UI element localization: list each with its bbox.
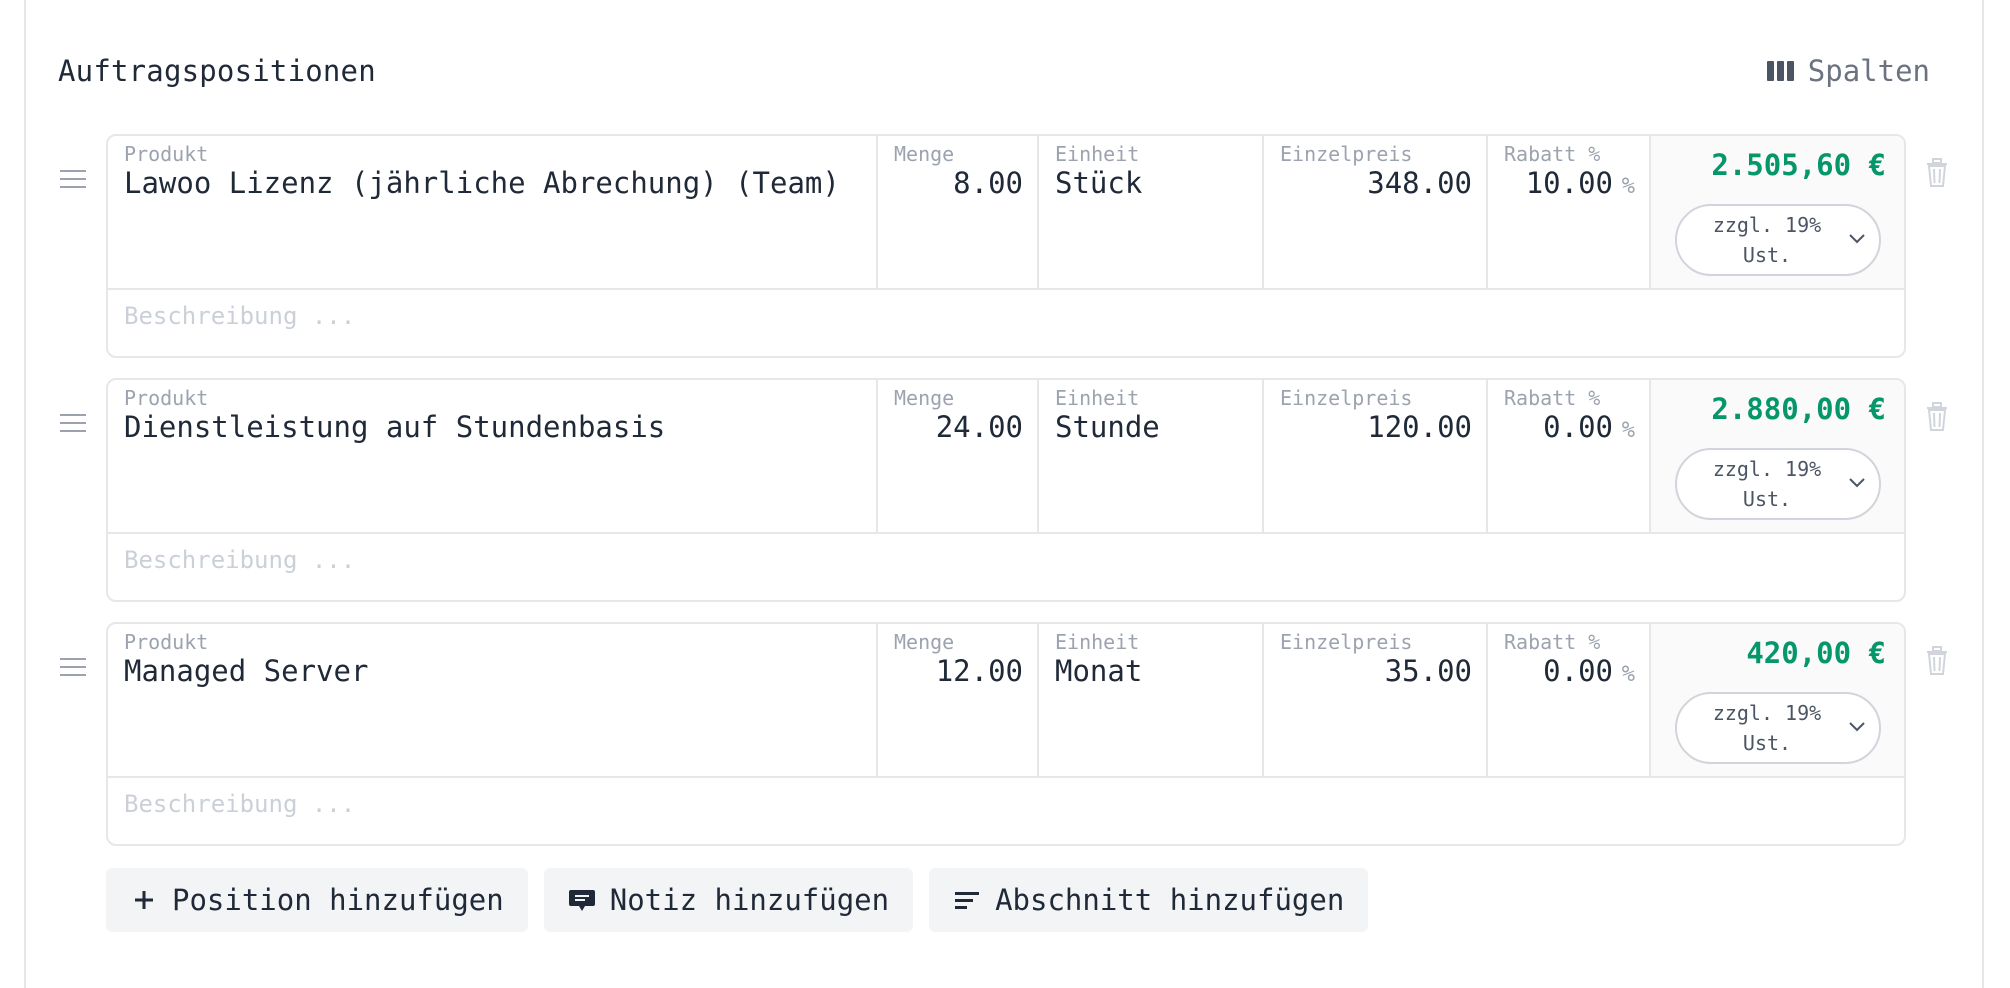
unit-cell[interactable]: Einheit Stück: [1039, 136, 1264, 288]
add-position-label: Position hinzufügen: [172, 883, 504, 917]
product-label: Produkt: [124, 142, 209, 166]
unit-price-cell[interactable]: Einzelpreis 120.00: [1264, 380, 1488, 532]
total-cell: 2.880,00 € zzgl. 19% Ust.: [1651, 380, 1904, 532]
unit-price-label: Einzelpreis: [1280, 142, 1413, 166]
line-item-card: Produkt Lawoo Lizenz (jährliche Abrechun…: [106, 134, 1906, 358]
unit-price-input[interactable]: 120.00: [1367, 410, 1472, 444]
unit-price-input[interactable]: 348.00: [1367, 166, 1472, 200]
product-cell[interactable]: Produkt Lawoo Lizenz (jährliche Abrechun…: [108, 136, 878, 288]
discount-input[interactable]: 0.00: [1543, 654, 1613, 688]
drag-handle-icon[interactable]: [60, 658, 86, 680]
unit-input[interactable]: Monat: [1055, 654, 1142, 688]
discount-cell[interactable]: Rabatt % 10.00 %: [1488, 136, 1651, 288]
add-actions-bar: Position hinzufügen Notiz hinzufügen Abs…: [106, 868, 1369, 932]
trash-icon[interactable]: [1924, 400, 1950, 432]
columns-button[interactable]: Spalten: [1766, 54, 1930, 88]
tax-select[interactable]: zzgl. 19% Ust.: [1675, 692, 1881, 764]
columns-button-label: Spalten: [1807, 54, 1930, 88]
description-field[interactable]: Beschreibung ...: [108, 288, 1904, 356]
quantity-input[interactable]: 8.00: [953, 166, 1023, 200]
add-section-button[interactable]: Abschnitt hinzufügen: [929, 868, 1369, 932]
unit-label: Einheit: [1055, 142, 1140, 166]
tax-select[interactable]: zzgl. 19% Ust.: [1675, 448, 1881, 520]
trash-icon[interactable]: [1924, 644, 1950, 676]
tax-select-line1: zzgl. 19%: [1712, 457, 1822, 481]
chevron-down-icon: [1849, 234, 1865, 244]
add-section-label: Abschnitt hinzufügen: [995, 883, 1345, 917]
comment-icon: [568, 886, 596, 914]
discount-label: Rabatt %: [1504, 142, 1601, 166]
discount-label: Rabatt %: [1504, 630, 1601, 654]
line-total: 420,00 €: [1746, 636, 1886, 670]
columns-icon: [1766, 61, 1794, 81]
tax-select[interactable]: zzgl. 19% Ust.: [1675, 204, 1881, 276]
drag-handle-icon[interactable]: [60, 414, 86, 436]
tax-select-line1: zzgl. 19%: [1712, 213, 1822, 237]
description-placeholder: Beschreibung ...: [124, 546, 356, 574]
quantity-label: Menge: [894, 386, 955, 410]
plus-icon: [130, 886, 158, 914]
tax-select-line2: Ust.: [1742, 243, 1792, 267]
tax-select-line1: zzgl. 19%: [1712, 701, 1822, 725]
percent-suffix: %: [1621, 662, 1635, 687]
description-placeholder: Beschreibung ...: [124, 302, 356, 330]
add-note-button[interactable]: Notiz hinzufügen: [543, 868, 914, 932]
product-input[interactable]: Lawoo Lizenz (jährliche Abrechung) (Team…: [124, 166, 840, 200]
percent-suffix: %: [1621, 174, 1635, 199]
unit-cell[interactable]: Einheit Stunde: [1039, 380, 1264, 532]
unit-price-cell[interactable]: Einzelpreis 348.00: [1264, 136, 1488, 288]
unit-input[interactable]: Stück: [1055, 166, 1142, 200]
unit-input[interactable]: Stunde: [1055, 410, 1160, 444]
total-cell: 2.505,60 € zzgl. 19% Ust.: [1651, 136, 1904, 288]
unit-price-label: Einzelpreis: [1280, 386, 1413, 410]
trash-icon[interactable]: [1924, 156, 1950, 188]
line-item-row: Produkt Dienstleistung auf Stundenbasis …: [0, 378, 2010, 614]
product-input[interactable]: Dienstleistung auf Stundenbasis: [124, 410, 665, 444]
line-total: 2.880,00 €: [1711, 392, 1886, 426]
discount-input[interactable]: 0.00: [1543, 410, 1613, 444]
quantity-input[interactable]: 24.00: [936, 410, 1023, 444]
product-cell[interactable]: Produkt Managed Server: [108, 624, 878, 776]
quantity-input[interactable]: 12.00: [936, 654, 1023, 688]
tax-select-line2: Ust.: [1742, 487, 1792, 511]
total-cell: 420,00 € zzgl. 19% Ust.: [1651, 624, 1904, 776]
line-total: 2.505,60 €: [1711, 148, 1886, 182]
section-title: Auftragspositionen: [58, 54, 376, 88]
unit-label: Einheit: [1055, 630, 1140, 654]
unit-price-input[interactable]: 35.00: [1385, 654, 1472, 688]
drag-handle-icon[interactable]: [60, 170, 86, 192]
product-input[interactable]: Managed Server: [124, 654, 368, 688]
quantity-cell[interactable]: Menge 8.00: [878, 136, 1039, 288]
quantity-cell[interactable]: Menge 12.00: [878, 624, 1039, 776]
quantity-label: Menge: [894, 630, 955, 654]
discount-cell[interactable]: Rabatt % 0.00 %: [1488, 380, 1651, 532]
product-label: Produkt: [124, 630, 209, 654]
description-field[interactable]: Beschreibung ...: [108, 776, 1904, 844]
line-item-row: Produkt Managed Server Menge 12.00 Einhe…: [0, 622, 2010, 858]
unit-label: Einheit: [1055, 386, 1140, 410]
product-cell[interactable]: Produkt Dienstleistung auf Stundenbasis: [108, 380, 878, 532]
add-note-label: Notiz hinzufügen: [609, 883, 890, 917]
line-item-card: Produkt Managed Server Menge 12.00 Einhe…: [106, 622, 1906, 846]
chevron-down-icon: [1849, 722, 1865, 732]
quantity-label: Menge: [894, 142, 955, 166]
discount-label: Rabatt %: [1504, 386, 1601, 410]
discount-input[interactable]: 10.00: [1526, 166, 1613, 200]
line-item-card: Produkt Dienstleistung auf Stundenbasis …: [106, 378, 1906, 602]
quantity-cell[interactable]: Menge 24.00: [878, 380, 1039, 532]
discount-cell[interactable]: Rabatt % 0.00 %: [1488, 624, 1651, 776]
description-placeholder: Beschreibung ...: [124, 790, 356, 818]
unit-cell[interactable]: Einheit Monat: [1039, 624, 1264, 776]
description-field[interactable]: Beschreibung ...: [108, 532, 1904, 600]
product-label: Produkt: [124, 386, 209, 410]
section-lines-icon: [953, 886, 981, 914]
line-item-row: Produkt Lawoo Lizenz (jährliche Abrechun…: [0, 134, 2010, 370]
tax-select-line2: Ust.: [1742, 731, 1792, 755]
percent-suffix: %: [1621, 418, 1635, 443]
unit-price-cell[interactable]: Einzelpreis 35.00: [1264, 624, 1488, 776]
chevron-down-icon: [1849, 478, 1865, 488]
unit-price-label: Einzelpreis: [1280, 630, 1413, 654]
add-position-button[interactable]: Position hinzufügen: [106, 868, 528, 932]
